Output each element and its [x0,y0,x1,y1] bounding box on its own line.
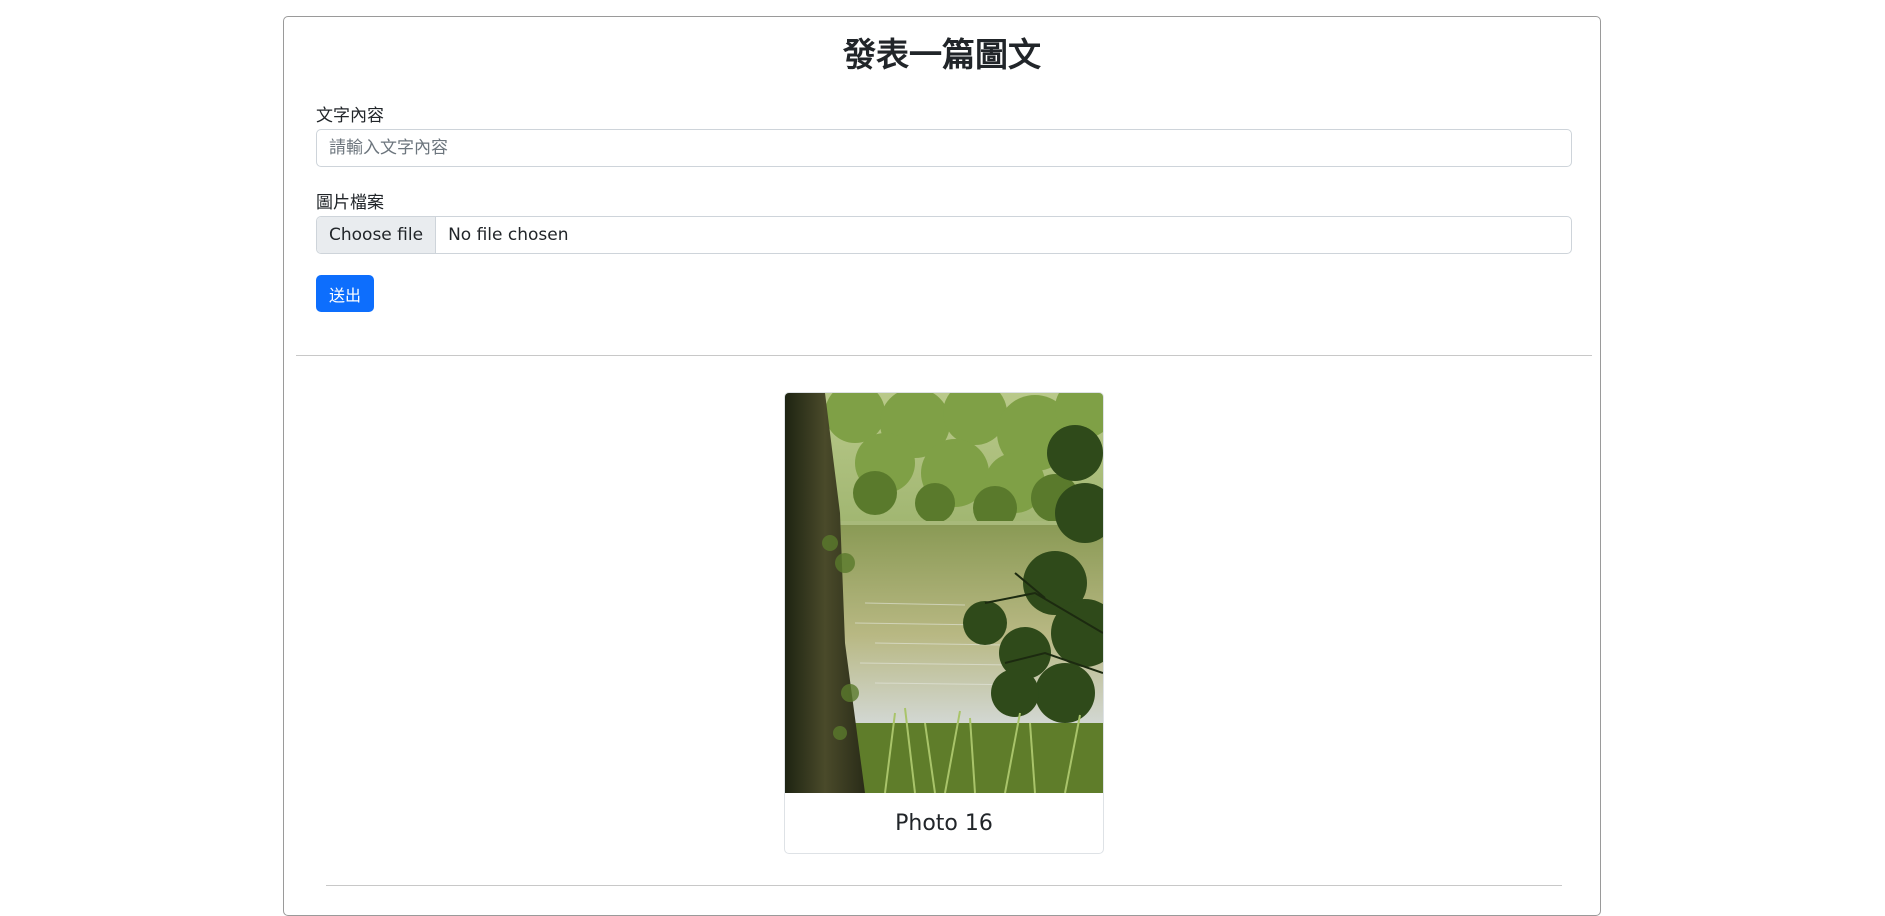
post-divider [326,885,1562,886]
post-form-container: 發表一篇圖文 文字內容 圖片檔案 Choose file No file cho… [283,16,1601,916]
page-title: 發表一篇圖文 [843,35,1041,74]
file-status-text: No file chosen [448,225,569,245]
photo-card[interactable]: Photo 16 [784,392,1104,854]
photo-caption: Photo 16 [895,810,993,836]
text-content-input[interactable] [316,129,1572,167]
image-file-input[interactable]: Choose file No file chosen [316,216,1572,254]
choose-file-button[interactable]: Choose file [317,217,437,253]
image-file-label: 圖片檔案 [316,193,384,213]
text-content-label: 文字內容 [316,106,384,126]
submit-button[interactable]: 送出 [316,275,374,312]
section-divider [296,355,1592,356]
photo-image [785,393,1103,793]
